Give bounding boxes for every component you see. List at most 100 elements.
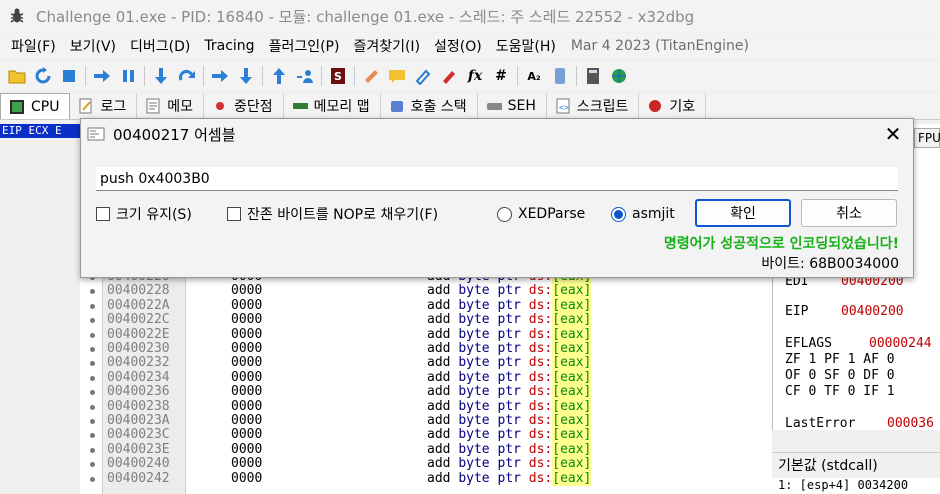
tab-call-stack[interactable]: 호출 스택 [381, 93, 478, 119]
row-bytes: 0000 [231, 297, 263, 313]
ok-button[interactable]: 확인 [695, 199, 791, 227]
restart-icon[interactable] [33, 66, 53, 86]
keep-size-checkbox[interactable]: 크기 유지(S) [96, 203, 192, 225]
breakpoint-dot[interactable] [90, 404, 95, 410]
breakpoint-dot[interactable] [90, 347, 95, 352]
menu-debug[interactable]: 디버그(D) [123, 36, 197, 56]
row-instruction: add byte ptr ds:[eax],al [427, 297, 592, 314]
flags-row-2[interactable]: OF 0 SF 0 DF 0 [785, 368, 895, 383]
menu-view[interactable]: 보기(V) [63, 36, 123, 56]
toolbar-separator [576, 66, 577, 86]
register-eip[interactable]: EIP [785, 304, 808, 319]
menu-file[interactable]: 파일(F) [4, 36, 63, 56]
row-instruction: add byte ptr ds:[eax],al [427, 283, 592, 299]
calculator-icon[interactable] [583, 66, 603, 86]
register-operand: [eax] [552, 470, 592, 486]
register-operand: [eax] [552, 441, 592, 458]
pause-icon[interactable] [118, 66, 138, 86]
run-icon[interactable] [92, 66, 112, 86]
step-over-icon[interactable] [177, 66, 197, 86]
memory-map-icon [292, 98, 308, 114]
checkbox-box[interactable] [96, 207, 110, 221]
calling-convention-select[interactable]: 기본값 (stdcall) [772, 452, 940, 478]
register-eip-value[interactable]: 00400200 [841, 304, 904, 319]
breakpoint-dot[interactable] [90, 332, 95, 338]
cancel-button[interactable]: 취소 [801, 199, 897, 227]
open-folder-icon[interactable] [7, 66, 27, 86]
execute-till-return-icon[interactable] [269, 66, 289, 86]
row-instruction: add byte ptr ds:[eax],al [427, 398, 592, 414]
menu-tracing[interactable]: Tracing [197, 38, 261, 54]
stop-icon[interactable] [59, 66, 79, 86]
register-eflags-value[interactable]: 00000244 [869, 336, 932, 351]
row-bytes: 0000 [231, 312, 263, 328]
row-address: 00400242 [107, 470, 170, 486]
operand-size: byte ptr [458, 326, 521, 342]
trace-into-icon[interactable] [210, 66, 230, 86]
toolbar-separator [85, 66, 86, 86]
breakpoint-dot[interactable] [90, 375, 95, 381]
radio-circle[interactable] [497, 206, 512, 222]
breakpoint-dot[interactable] [90, 419, 95, 424]
strings-icon[interactable]: A₂ [524, 66, 544, 86]
x32dbg-bug-icon [6, 5, 28, 27]
fpu-tab[interactable]: FPU [914, 128, 940, 148]
tab-breakpoints[interactable]: 중단점 [204, 93, 284, 119]
device-icon[interactable] [550, 66, 570, 86]
tab-seh[interactable]: SEH [478, 93, 547, 119]
mnemonic: add [427, 297, 451, 313]
scylla-icon[interactable]: S [328, 66, 348, 86]
breakpoint-dot[interactable] [90, 476, 95, 482]
tab-notes[interactable]: 메모 [137, 93, 204, 119]
labels-icon[interactable] [413, 66, 433, 86]
trace-over-icon[interactable] [236, 66, 256, 86]
mnemonic: add [427, 398, 451, 414]
register-operand: [eax] [552, 341, 592, 357]
mnemonic: add [427, 341, 451, 356]
menu-plugins[interactable]: 플러그인(P) [262, 36, 347, 56]
breakpoint-icon [212, 98, 228, 114]
fill-nop-checkbox[interactable]: 잔존 바이트를 NOP로 채우기(F) [227, 203, 438, 225]
comments-icon[interactable] [387, 66, 407, 86]
xedparse-radio[interactable]: XEDParse [497, 203, 585, 225]
breakpoint-dot[interactable] [90, 303, 95, 309]
tab-log[interactable]: 로그 [70, 93, 138, 119]
menu-options[interactable]: 설정(O) [427, 36, 489, 56]
row-bytes: 0000 [231, 413, 263, 428]
fill-nop-label: 잔존 바이트를 NOP로 채우기(F) [247, 207, 439, 223]
segment: ds: [528, 326, 553, 342]
tab-symbols[interactable]: 기호 [639, 93, 707, 119]
row-bytes: 0000 [231, 341, 263, 356]
menu-help[interactable]: 도움말(H) [489, 36, 563, 56]
mnemonic: add [427, 470, 451, 486]
functions-icon[interactable]: fx [465, 66, 485, 86]
mnemonic: add [427, 283, 451, 299]
radio-circle-selected[interactable] [611, 206, 626, 222]
tab-script[interactable]: <> 스크립트 [547, 93, 640, 119]
tab-memory-map[interactable]: 메모리 맵 [284, 93, 381, 119]
row-bytes: 0000 [231, 384, 263, 400]
flags-row-1[interactable]: ZF 1 PF 1 AF 0 [785, 352, 895, 367]
hash-icon[interactable]: # [491, 66, 511, 86]
checkbox-box[interactable] [227, 207, 241, 221]
bookmarks-icon[interactable] [439, 66, 459, 86]
tab-cpu[interactable]: CPU [0, 93, 71, 119]
register-lasterror[interactable]: LastError [785, 416, 855, 431]
register-eflags[interactable]: EFLAGS [785, 336, 832, 351]
close-icon[interactable]: ✕ [881, 122, 905, 146]
menu-favourites[interactable]: 즐겨찾기(I) [346, 36, 427, 56]
step-into-icon[interactable] [151, 66, 171, 86]
flags-row-3[interactable]: CF 0 TF 0 IF 1 [785, 384, 895, 399]
segment: ds: [528, 456, 553, 472]
asmjit-radio[interactable]: asmjit [611, 203, 675, 225]
row-instruction: add byte ptr ds:[eax],al [427, 312, 592, 328]
globe-icon[interactable] [609, 66, 629, 86]
register-lasterror-value[interactable]: 000036 [887, 416, 934, 431]
operand-size: byte ptr [458, 384, 521, 400]
instruction-input[interactable] [96, 167, 898, 191]
cpu-icon [9, 99, 25, 115]
run-to-user-code-icon[interactable] [295, 66, 315, 86]
register-operand: [eax] [552, 456, 592, 472]
patch-icon[interactable] [361, 66, 381, 86]
breakpoint-dot[interactable] [90, 447, 95, 453]
